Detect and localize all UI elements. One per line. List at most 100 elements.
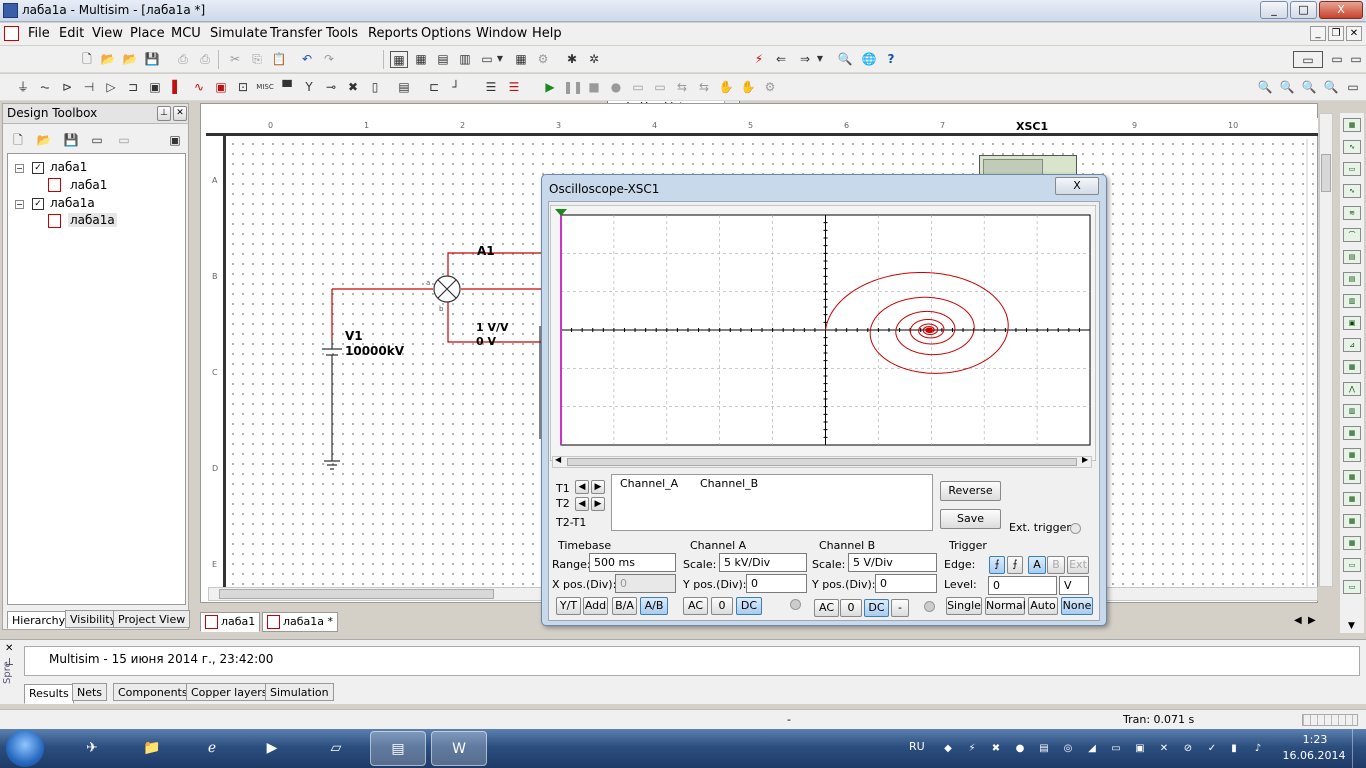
logic-converter-icon[interactable]: ▣: [1343, 316, 1361, 330]
pause-simulation-icon[interactable]: ❚❚: [563, 79, 583, 96]
labview-icon[interactable]: ▦: [1343, 514, 1361, 528]
channel-b-scale-field[interactable]: 5 V/Div: [848, 553, 937, 572]
probe-icon[interactable]: ▭: [1343, 580, 1361, 594]
open-sheet-icon[interactable]: 📂: [35, 132, 53, 149]
tab-nets[interactable]: Nets: [72, 683, 108, 701]
open-sample-icon[interactable]: 📂: [121, 51, 139, 68]
grid-icon[interactable]: ▦: [412, 51, 430, 68]
logic-analyzer-icon[interactable]: ▥: [1343, 294, 1361, 308]
tray-icon[interactable]: ⚡: [964, 741, 980, 757]
paste-icon[interactable]: 📋: [270, 51, 288, 68]
breadboard-icon[interactable]: ▭: [1293, 51, 1323, 68]
minimize-button[interactable]: _: [1260, 1, 1288, 19]
taskbar-app-icon[interactable]: ✈: [64, 731, 120, 766]
internet-explorer-icon[interactable]: ℯ: [184, 731, 240, 766]
resistor-icon[interactable]: ⏦: [36, 79, 54, 96]
channel-b-terminal[interactable]: [924, 601, 935, 612]
language-indicator[interactable]: RU: [909, 740, 925, 753]
print-preview-icon[interactable]: ⎙: [196, 51, 214, 68]
new-sheet-icon[interactable]: 🗋: [9, 132, 27, 149]
vertical-scrollbar[interactable]: [1319, 113, 1333, 587]
tree-item-sheet[interactable]: лаба1а: [68, 213, 117, 227]
mcu-icon[interactable]: ▯: [366, 79, 384, 96]
diode-icon[interactable]: ⊳: [58, 79, 76, 96]
open-icon[interactable]: 📂: [99, 51, 117, 68]
trigger-b-button[interactable]: B: [1047, 556, 1065, 574]
menu-place[interactable]: Place: [130, 26, 165, 41]
distortion-analyzer-icon[interactable]: ▦: [1343, 360, 1361, 374]
start-button[interactable]: [6, 730, 44, 767]
agilent-multimeter-icon[interactable]: ▦: [1343, 448, 1361, 462]
channel-a-terminal[interactable]: [790, 599, 801, 610]
zoom-fit-icon[interactable]: 🔍: [1322, 79, 1340, 96]
channel-a-ac-button[interactable]: AC: [683, 597, 708, 615]
channel-b-minus-button[interactable]: -: [891, 599, 909, 617]
ni-components-icon[interactable]: ✖: [344, 79, 362, 96]
maximize-button[interactable]: □: [1290, 1, 1317, 19]
x-pos-field[interactable]: 0: [615, 574, 676, 593]
function-generator-icon[interactable]: ∿: [1343, 140, 1361, 154]
menu-file[interactable]: File: [28, 26, 50, 41]
grapher-icon[interactable]: ▭: [478, 51, 496, 68]
indicator-icon[interactable]: ▣: [212, 79, 230, 96]
save-sheet-icon[interactable]: 💾: [62, 132, 80, 149]
hierarchical-block-icon[interactable]: ▤: [395, 79, 413, 96]
toolbox-close-button[interactable]: ✕: [173, 106, 187, 121]
print-icon[interactable]: ⎙: [174, 51, 192, 68]
tab-results[interactable]: Results: [24, 684, 74, 704]
spectrum-analyzer-icon[interactable]: ⋀: [1343, 382, 1361, 396]
menu-simulate[interactable]: Simulate: [210, 26, 267, 41]
source-icon[interactable]: ⏚: [14, 79, 32, 96]
delete-icon[interactable]: ▭: [115, 132, 133, 149]
current-probe-icon[interactable]: ▭: [1343, 558, 1361, 572]
ladder-icon[interactable]: ☰: [482, 79, 500, 96]
clock-date[interactable]: 16.06.2014: [1278, 749, 1350, 762]
menu-view[interactable]: View: [92, 26, 123, 41]
ab-button[interactable]: A/B: [640, 597, 668, 615]
oscilloscope-close-button[interactable]: X: [1055, 177, 1099, 195]
tree-item-project[interactable]: лаба1а: [50, 196, 95, 210]
window-icon[interactable]: ▭: [1347, 51, 1365, 68]
copy-icon[interactable]: ⎘: [248, 51, 266, 68]
probe-icon[interactable]: ✋: [739, 79, 757, 96]
none-button[interactable]: None: [1061, 597, 1093, 615]
probe-icon[interactable]: ⚙: [761, 79, 779, 96]
collapse-icon[interactable]: −: [15, 164, 24, 173]
bus-icon[interactable]: ⊏: [425, 79, 443, 96]
show-desktop-button[interactable]: [1352, 729, 1366, 768]
frequency-counter-icon[interactable]: ▤: [1343, 250, 1361, 264]
tektronix-oscilloscope-icon[interactable]: ▦: [1343, 492, 1361, 506]
tab-hierarchy[interactable]: Hierarchy: [7, 611, 71, 629]
tray-icon[interactable]: ✖: [988, 741, 1004, 757]
redo-icon[interactable]: ↷: [320, 51, 338, 68]
multimeter-icon[interactable]: ▦: [1343, 118, 1361, 132]
database-icon[interactable]: ▥: [456, 51, 474, 68]
tray-icon[interactable]: ▭: [1108, 741, 1124, 757]
electromechanical-icon[interactable]: ⊸: [322, 79, 340, 96]
probe-icon[interactable]: ✋: [717, 79, 735, 96]
tab-components[interactable]: Components: [113, 683, 193, 701]
tree-item-sheet[interactable]: лаба1: [70, 178, 107, 192]
ladder-rungs-icon[interactable]: ☰: [505, 79, 523, 96]
tray-icon[interactable]: ✕: [1156, 741, 1172, 757]
postprocessor-icon[interactable]: ✱: [563, 51, 581, 68]
network-analyzer-icon[interactable]: ▥: [1343, 404, 1361, 418]
network-icon[interactable]: ▮: [1226, 741, 1242, 757]
analog-icon[interactable]: ▷: [102, 79, 120, 96]
window-icon[interactable]: ▭: [1328, 51, 1346, 68]
wattmeter-icon[interactable]: ▭: [1343, 162, 1361, 176]
transistor-icon[interactable]: ⊣: [80, 79, 98, 96]
menu-window[interactable]: Window: [476, 26, 527, 41]
channel-a-zero-button[interactable]: 0: [711, 597, 733, 615]
t2-left-button[interactable]: ◀: [575, 497, 589, 511]
auto-button[interactable]: Auto: [1028, 597, 1058, 615]
electrical-check-icon[interactable]: ⚡: [750, 51, 768, 68]
misc-icon[interactable]: MISC: [256, 79, 274, 96]
misc-digital-icon[interactable]: ▌: [168, 79, 186, 96]
single-button[interactable]: Single: [946, 597, 982, 615]
volume-icon[interactable]: ♪: [1250, 741, 1266, 757]
word-generator-icon[interactable]: ▤: [1343, 272, 1361, 286]
rf-icon[interactable]: Y: [300, 79, 318, 96]
ttl-icon[interactable]: ⊐: [124, 79, 142, 96]
probe-icon[interactable]: ⇆: [673, 79, 691, 96]
